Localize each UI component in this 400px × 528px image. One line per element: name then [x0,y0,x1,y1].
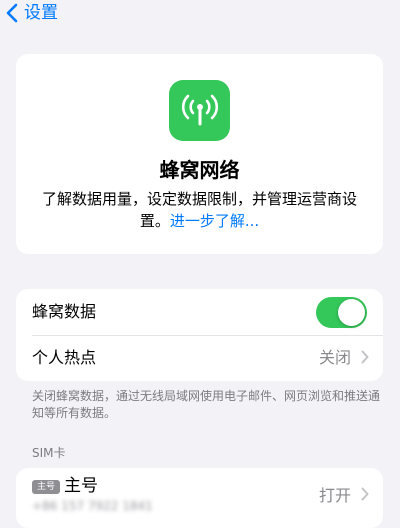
cellular-data-row[interactable]: 蜂窝数据 [16,289,383,335]
cellular-antenna-icon [169,80,230,141]
back-label: 设置 [24,3,58,23]
sim-section-header: SIM卡 [32,446,66,460]
cellular-settings-group: 蜂窝数据 个人热点 关闭 [16,289,383,381]
hotspot-label: 个人热点 [32,348,97,367]
chevron-left-icon [6,3,18,23]
sim-primary-row[interactable]: 主号 主号 +86 157 7922 1841 打开 [16,468,383,528]
sim-number: +86 157 7922 1841 [32,499,153,513]
hotspot-value: 关闭 [318,348,351,367]
hotspot-row[interactable]: 个人热点 关闭 [16,335,383,381]
learn-more-link[interactable]: 进一步了解... [170,212,259,230]
chevron-right-icon [361,349,369,368]
toggle-knob [338,298,365,326]
chevron-right-icon [361,486,369,505]
page-title: 蜂窝网络 [159,158,240,182]
back-button[interactable]: 设置 [6,3,58,23]
cellular-data-toggle[interactable] [316,296,367,328]
cellular-data-footnote: 关闭蜂窝数据，通过无线局域网使用电子邮件、网页浏览和推送通知等所有数据。 [32,389,381,420]
sim-status-value: 打开 [318,486,351,505]
sim-badge: 主号 [32,480,60,494]
nav-bar: 设置 [0,0,400,30]
sim-name: 主号 [64,476,98,496]
hero-description: 了解数据用量，设定数据限制，并管理运营商设置。进一步了解... [40,188,359,232]
cellular-info-card: 蜂窝网络 了解数据用量，设定数据限制，并管理运营商设置。进一步了解... [16,54,383,254]
cellular-data-label: 蜂窝数据 [32,302,97,321]
